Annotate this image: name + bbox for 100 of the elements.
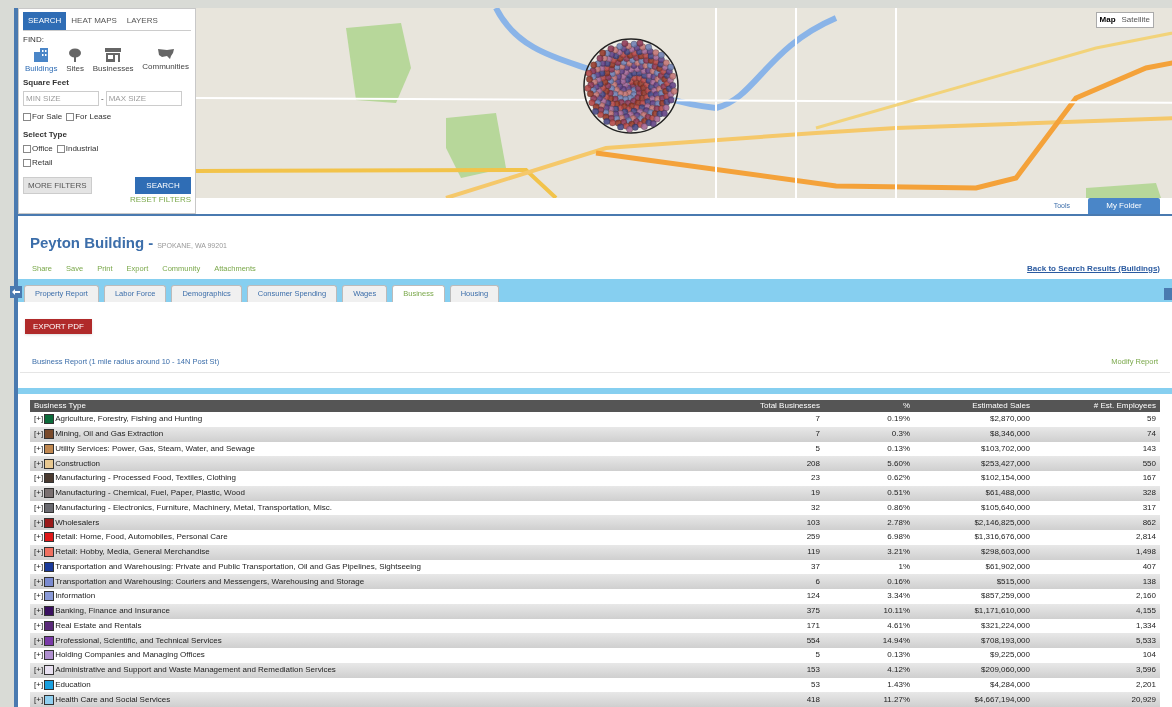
expand-toggle[interactable]: [+] (34, 531, 44, 544)
collapse-left-icon[interactable] (10, 286, 22, 299)
category-option[interactable]: Buildings (25, 48, 58, 75)
expand-toggle[interactable]: [+] (34, 605, 44, 618)
category-option[interactable]: Communities (142, 48, 189, 75)
estimated-sales-cell-text: $209,060,000 (980, 664, 1030, 677)
back-to-results-link[interactable]: Back to Search Results (Buildings) (1027, 262, 1160, 275)
employees-cell-text: 2,201 (1134, 678, 1156, 691)
expand-toggle[interactable]: [+] (34, 634, 44, 647)
percent-cell-text: 0.86% (886, 501, 910, 514)
employees-cell-text: 138 (1141, 575, 1156, 588)
percent-cell-text: 1.43% (886, 678, 910, 691)
checkbox[interactable] (23, 145, 31, 153)
panel-tab[interactable]: HEAT MAPS (66, 12, 122, 30)
total-businesses-cell-text: 37 (810, 560, 820, 573)
employees-cell-text: 104 (1141, 649, 1156, 662)
percent-cell-text: 5.60% (886, 457, 910, 470)
panel-tab[interactable]: SEARCH (23, 12, 67, 30)
percent-cell-text: 3.34% (886, 590, 910, 603)
expand-toggle[interactable]: [+] (34, 664, 44, 677)
expand-toggle[interactable]: [+] (34, 678, 44, 691)
expand-toggle[interactable]: [+] (34, 546, 44, 559)
estimated-sales-cell-text: $253,427,000 (980, 457, 1030, 470)
expand-toggle[interactable]: [+] (34, 428, 44, 441)
range-separator: - (101, 92, 104, 105)
business-type-cell: Transportation and Warehousing: Private and Public Transportation, Oil and Gas Pipelines, Sightseeing (55, 560, 421, 573)
panel-tab[interactable]: LAYERS (121, 12, 163, 30)
estimated-sales-cell-text: $708,193,000 (980, 634, 1030, 647)
total-businesses-cell-text: 208 (805, 457, 820, 470)
estimated-sales-cell-text: $61,902,000 (984, 560, 1030, 573)
expand-toggle[interactable]: [+] (34, 413, 44, 426)
percent-cell-text: 0.3% (890, 428, 910, 441)
employees-cell-text: 143 (1141, 442, 1156, 455)
expand-toggle[interactable]: [+] (34, 457, 44, 470)
business-type-cell: Holding Companies and Managing Offices (55, 649, 205, 662)
employees-cell-text: 550 (1141, 457, 1156, 470)
expand-toggle[interactable]: [+] (34, 649, 44, 662)
checkbox-label: Industrial (65, 143, 99, 155)
expand-toggle[interactable]: [+] (34, 442, 44, 455)
expand-toggle[interactable]: [+] (34, 487, 44, 500)
expand-toggle[interactable]: [+] (34, 516, 44, 529)
checkbox[interactable] (56, 145, 65, 153)
estimated-sales-cell-text: $61,488,000 (984, 487, 1030, 500)
checkbox[interactable] (23, 113, 31, 121)
map-type-button[interactable]: Satellite (1118, 13, 1153, 27)
estimated-sales-cell-text: $102,154,000 (980, 472, 1030, 485)
find-label: FIND: (23, 34, 45, 46)
total-businesses-cell-text: 32 (810, 501, 820, 514)
expand-toggle[interactable]: [+] (34, 590, 44, 603)
expand-toggle[interactable]: [+] (34, 472, 44, 485)
business-type-cell: Professional, Scientific, and Technical Services (55, 634, 222, 647)
employees-cell-text: 2,814 (1134, 531, 1156, 544)
checkbox[interactable] (23, 159, 31, 167)
category-option[interactable]: Businesses (92, 48, 134, 75)
category-option[interactable]: Sites (66, 48, 84, 75)
map-type-button[interactable]: Map (1096, 13, 1119, 27)
business-type-cell: Education (55, 678, 91, 691)
expand-toggle[interactable]: [+] (34, 501, 44, 514)
estimated-sales-cell-text: $8,346,000 (988, 428, 1030, 441)
search-button[interactable]: SEARCH (135, 177, 191, 194)
checkbox-label: For Sale (32, 111, 63, 123)
export-pdf-button[interactable]: EXPORT PDF (25, 319, 92, 335)
checkbox[interactable] (66, 113, 75, 121)
employees-cell-text: 1,498 (1134, 546, 1156, 559)
expand-toggle[interactable]: [+] (34, 693, 44, 706)
property-name: Peyton Building (30, 233, 145, 254)
total-businesses-cell-text: 418 (805, 693, 820, 706)
estimated-sales-cell-text: $2,870,000 (988, 413, 1030, 426)
total-businesses-cell-text: 19 (810, 487, 820, 500)
percent-cell-text: 10.11% (882, 605, 910, 618)
employees-cell-text: 317 (1141, 501, 1156, 514)
total-businesses-cell-text: 7 (814, 413, 820, 426)
employees-cell-text: 20,929 (1130, 693, 1156, 706)
employees-cell-text: 328 (1141, 487, 1156, 500)
employees-cell-text: 1,334 (1134, 619, 1156, 632)
total-businesses-cell-text: 554 (805, 634, 820, 647)
select-type-label: Select Type (23, 129, 68, 141)
expand-toggle[interactable]: [+] (34, 575, 44, 588)
business-type-cell: Utility Services: Power, Gas, Steam, Water, and Sewage (55, 442, 255, 455)
total-businesses-cell-text: 375 (805, 605, 820, 618)
percent-cell-text: 0.13% (886, 442, 910, 455)
more-filters-button[interactable]: MORE FILTERS (23, 177, 92, 194)
max-size-field[interactable]: MAX SIZE (105, 91, 182, 106)
employees-cell-text: 59 (1146, 413, 1156, 426)
checkbox-label: Retail (32, 157, 53, 169)
checkbox-label: Office (32, 143, 53, 155)
total-businesses-cell-text: 153 (805, 664, 820, 677)
column-header: Estimated Sales (971, 400, 1030, 412)
business-type-cell: Health Care and Social Services (55, 693, 171, 706)
expand-toggle[interactable]: [+] (34, 619, 44, 632)
estimated-sales-cell-text: $321,224,000 (980, 619, 1030, 632)
min-size-field[interactable]: MIN SIZE (23, 91, 99, 106)
top-nav-button[interactable]: My Folder (1088, 198, 1160, 214)
employees-cell-text: 862 (1141, 516, 1156, 529)
business-type-cell: Information (55, 590, 96, 603)
employees-cell-text: 4,155 (1134, 605, 1156, 618)
employees-cell-text: 3,596 (1134, 664, 1156, 677)
total-businesses-cell-text: 124 (805, 590, 820, 603)
employees-cell-text: 2,160 (1134, 590, 1156, 603)
expand-toggle[interactable]: [+] (34, 560, 44, 573)
